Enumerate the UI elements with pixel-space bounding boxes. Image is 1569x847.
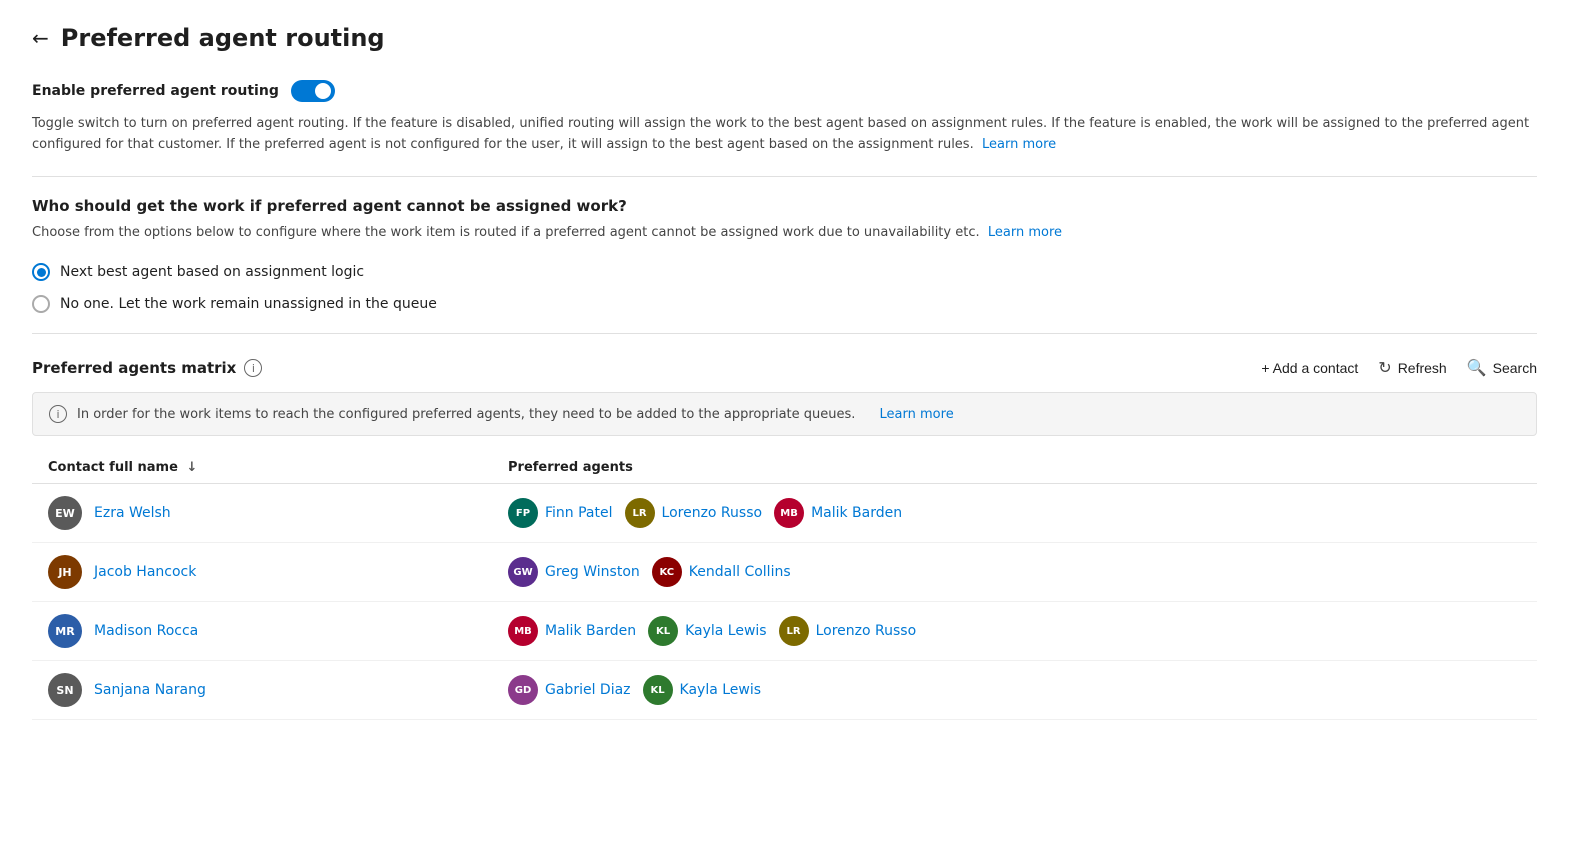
- enable-row: Enable preferred agent routing: [32, 80, 1537, 102]
- radio-group: Next best agent based on assignment logi…: [32, 263, 1537, 313]
- col-header-contact: Contact full name ↓: [48, 460, 508, 475]
- agent-avatar: LR: [625, 498, 655, 528]
- fallback-section: Who should get the work if preferred age…: [32, 197, 1537, 314]
- agent-name[interactable]: Kayla Lewis: [685, 623, 767, 639]
- back-button[interactable]: ←: [32, 26, 49, 50]
- refresh-icon: ↻: [1378, 358, 1391, 378]
- contact-cell: SN Sanjana Narang: [48, 673, 508, 707]
- add-contact-button[interactable]: + Add a contact: [1261, 360, 1358, 376]
- search-button[interactable]: 🔍 Search: [1467, 358, 1537, 378]
- info-banner: i In order for the work items to reach t…: [32, 392, 1537, 436]
- table-row: JH Jacob Hancock GW Greg Winston KC Kendall C…: [32, 543, 1537, 602]
- agent-name[interactable]: Gabriel Diaz: [545, 682, 631, 698]
- agent-avatar: KL: [648, 616, 678, 646]
- enable-learn-more[interactable]: Learn more: [982, 137, 1056, 152]
- radio-no-one-circle: [32, 295, 50, 313]
- search-label: Search: [1493, 360, 1537, 376]
- enable-toggle[interactable]: [291, 80, 335, 102]
- page-header: ← Preferred agent routing: [32, 24, 1537, 52]
- agent-name[interactable]: Malik Barden: [545, 623, 636, 639]
- matrix-title: Preferred agents matrix: [32, 359, 236, 377]
- search-icon: 🔍: [1467, 358, 1487, 378]
- agent-item: GD Gabriel Diaz: [508, 675, 631, 705]
- contact-avatar: SN: [48, 673, 82, 707]
- contact-name[interactable]: Jacob Hancock: [94, 564, 196, 580]
- radio-no-one[interactable]: No one. Let the work remain unassigned i…: [32, 295, 1537, 313]
- banner-learn-more[interactable]: Learn more: [880, 407, 954, 422]
- agent-avatar: FP: [508, 498, 538, 528]
- radio-no-one-label: No one. Let the work remain unassigned i…: [60, 296, 437, 312]
- agent-avatar: KC: [652, 557, 682, 587]
- agent-item: KL Kayla Lewis: [648, 616, 767, 646]
- table-body: EWEzra WelshFPFinn PatelLRLorenzo RussoM…: [32, 484, 1537, 720]
- agents-cell: GW Greg Winston KC Kendall Collins: [508, 557, 1521, 587]
- agent-item: LR Lorenzo Russo: [625, 498, 763, 528]
- fallback-learn-more[interactable]: Learn more: [988, 225, 1062, 240]
- agent-avatar: MB: [508, 616, 538, 646]
- agent-avatar: KL: [643, 675, 673, 705]
- agent-avatar: GW: [508, 557, 538, 587]
- banner-info-icon: i: [49, 405, 67, 423]
- banner-text: In order for the work items to reach the…: [77, 407, 855, 422]
- table-header: Contact full name ↓ Preferred agents: [32, 452, 1537, 484]
- contact-cell: JH Jacob Hancock: [48, 555, 508, 589]
- sort-arrow: ↓: [186, 460, 197, 475]
- contact-avatar: MR: [48, 614, 82, 648]
- toggle-thumb: [315, 83, 331, 99]
- enable-label: Enable preferred agent routing: [32, 83, 279, 99]
- agent-item: FP Finn Patel: [508, 498, 613, 528]
- agent-item: MB Malik Barden: [508, 616, 636, 646]
- page-container: ← Preferred agent routing Enable preferr…: [0, 0, 1569, 847]
- matrix-actions: + Add a contact ↻ Refresh 🔍 Search: [1261, 358, 1537, 378]
- agent-name[interactable]: Lorenzo Russo: [816, 623, 917, 639]
- matrix-info-icon[interactable]: i: [244, 359, 262, 377]
- add-contact-label: + Add a contact: [1261, 360, 1358, 376]
- agent-item: KL Kayla Lewis: [643, 675, 762, 705]
- radio-next-best-circle: [32, 263, 50, 281]
- agent-item: KC Kendall Collins: [652, 557, 791, 587]
- agents-cell: FP Finn Patel LR Lorenzo Russo MB Malik Barde…: [508, 498, 1521, 528]
- matrix-title-row: Preferred agents matrix i: [32, 359, 262, 377]
- radio-next-best-label: Next best agent based on assignment logi…: [60, 264, 364, 280]
- agents-cell: GD Gabriel Diaz KL Kayla Lewis: [508, 675, 1521, 705]
- agent-avatar: LR: [779, 616, 809, 646]
- agent-avatar: GD: [508, 675, 538, 705]
- agent-item: LR Lorenzo Russo: [779, 616, 917, 646]
- agent-avatar: MB: [774, 498, 804, 528]
- toggle-track: [291, 80, 335, 102]
- contact-name[interactable]: Sanjana Narang: [94, 682, 206, 698]
- enable-description: Toggle switch to turn on preferred agent…: [32, 114, 1537, 156]
- contact-cell: EW Ezra Welsh: [48, 496, 508, 530]
- radio-next-best[interactable]: Next best agent based on assignment logi…: [32, 263, 1537, 281]
- agent-name[interactable]: Kendall Collins: [689, 564, 791, 580]
- matrix-header: Preferred agents matrix i + Add a contac…: [32, 354, 1537, 378]
- agent-item: GW Greg Winston: [508, 557, 640, 587]
- divider-2: [32, 333, 1537, 334]
- refresh-button[interactable]: ↻ Refresh: [1378, 358, 1446, 378]
- contact-cell: MR Madison Rocca: [48, 614, 508, 648]
- divider-1: [32, 176, 1537, 177]
- agent-name[interactable]: Lorenzo Russo: [662, 505, 763, 521]
- enable-section: Enable preferred agent routing Toggle sw…: [32, 80, 1537, 156]
- table-row: EW Ezra Welsh FP Finn Patel LR Lorenzo Russo M…: [32, 484, 1537, 543]
- agent-name[interactable]: Malik Barden: [811, 505, 902, 521]
- col-header-agents: Preferred agents: [508, 460, 1521, 475]
- contact-avatar: JH: [48, 555, 82, 589]
- refresh-label: Refresh: [1398, 360, 1447, 376]
- matrix-table: Contact full name ↓ Preferred agents EWE…: [32, 452, 1537, 720]
- fallback-description: Choose from the options below to configu…: [32, 223, 1537, 244]
- agent-name[interactable]: Finn Patel: [545, 505, 613, 521]
- matrix-section: Preferred agents matrix i + Add a contac…: [32, 354, 1537, 720]
- agent-item: MB Malik Barden: [774, 498, 902, 528]
- agents-cell: MB Malik Barden KL Kayla Lewis LR Lorenzo Rus…: [508, 616, 1521, 646]
- table-row: SN Sanjana Narang GD Gabriel Diaz KL Kayla Le…: [32, 661, 1537, 720]
- contact-name[interactable]: Ezra Welsh: [94, 505, 171, 521]
- fallback-title: Who should get the work if preferred age…: [32, 197, 1537, 215]
- table-row: MR Madison Rocca MB Malik Barden KL Kayla Lew…: [32, 602, 1537, 661]
- agent-name[interactable]: Kayla Lewis: [680, 682, 762, 698]
- agent-name[interactable]: Greg Winston: [545, 564, 640, 580]
- contact-name[interactable]: Madison Rocca: [94, 623, 198, 639]
- contact-avatar: EW: [48, 496, 82, 530]
- page-title: Preferred agent routing: [61, 24, 385, 52]
